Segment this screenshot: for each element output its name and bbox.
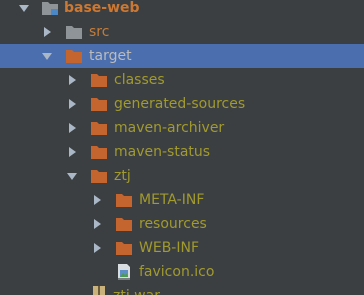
excluded-folder-icon xyxy=(115,216,133,232)
excluded-folder-icon xyxy=(115,192,133,208)
tree-node-ztj-war[interactable]: ztj.war xyxy=(0,284,364,295)
tree-node-base-web[interactable]: base-web xyxy=(0,0,364,20)
excluded-folder-icon xyxy=(90,72,108,88)
tree-node-label: META-INF xyxy=(139,192,205,208)
collapse-arrow-icon[interactable] xyxy=(91,212,103,236)
tree-node-ztj[interactable]: ztj xyxy=(0,164,364,188)
tree-node-label: src xyxy=(89,24,110,40)
tree-node-maven-status[interactable]: maven-status xyxy=(0,140,364,164)
collapse-arrow-icon[interactable] xyxy=(41,20,53,44)
tree-node-label: target xyxy=(89,48,132,64)
tree-node-classes[interactable]: classes xyxy=(0,68,364,92)
tree-node-maven-archiver[interactable]: maven-archiver xyxy=(0,116,364,140)
excluded-folder-icon xyxy=(115,240,133,256)
excluded-folder-icon xyxy=(90,144,108,160)
tree-node-favicon[interactable]: favicon.ico xyxy=(0,260,364,284)
grey-folder-icon xyxy=(65,24,83,40)
tree-node-label: generated-sources xyxy=(114,96,246,112)
archive-file-icon xyxy=(91,285,109,295)
tree-node-label: base-web xyxy=(64,0,140,16)
tree-node-label: classes xyxy=(114,72,165,88)
expand-arrow-icon[interactable] xyxy=(41,44,53,68)
collapse-arrow-icon[interactable] xyxy=(66,68,78,92)
collapse-arrow-icon[interactable] xyxy=(66,140,78,164)
collapse-arrow-icon[interactable] xyxy=(66,116,78,140)
collapse-arrow-icon[interactable] xyxy=(66,92,78,116)
expand-arrow-icon[interactable] xyxy=(66,164,78,188)
excluded-folder-icon xyxy=(65,48,83,64)
excluded-folder-icon xyxy=(90,120,108,136)
tree-node-generated-sources[interactable]: generated-sources xyxy=(0,92,364,116)
tree-node-src[interactable]: src xyxy=(0,20,364,44)
tree-node-label: resources xyxy=(139,216,207,232)
tree-node-label: maven-archiver xyxy=(114,120,225,136)
tree-node-label: WEB-INF xyxy=(139,240,199,256)
tree-node-web-inf[interactable]: WEB-INF xyxy=(0,236,364,260)
collapse-arrow-icon[interactable] xyxy=(91,236,103,260)
tree-node-label: favicon.ico xyxy=(139,264,215,280)
tree-node-label: ztj.war xyxy=(113,284,160,295)
tree-node-label: maven-status xyxy=(114,144,211,160)
tree-node-meta-inf[interactable]: META-INF xyxy=(0,188,364,212)
project-tree: base-web src target classes generated-so… xyxy=(0,0,364,295)
collapse-arrow-icon[interactable] xyxy=(91,188,103,212)
tree-node-target[interactable]: target xyxy=(0,44,364,68)
image-file-icon xyxy=(116,263,134,280)
module-folder-icon xyxy=(41,0,59,16)
excluded-folder-icon xyxy=(90,96,108,112)
tree-node-resources[interactable]: resources xyxy=(0,212,364,236)
expand-arrow-icon[interactable] xyxy=(18,0,30,20)
tree-node-label: ztj xyxy=(114,168,131,184)
excluded-folder-icon xyxy=(90,168,108,184)
